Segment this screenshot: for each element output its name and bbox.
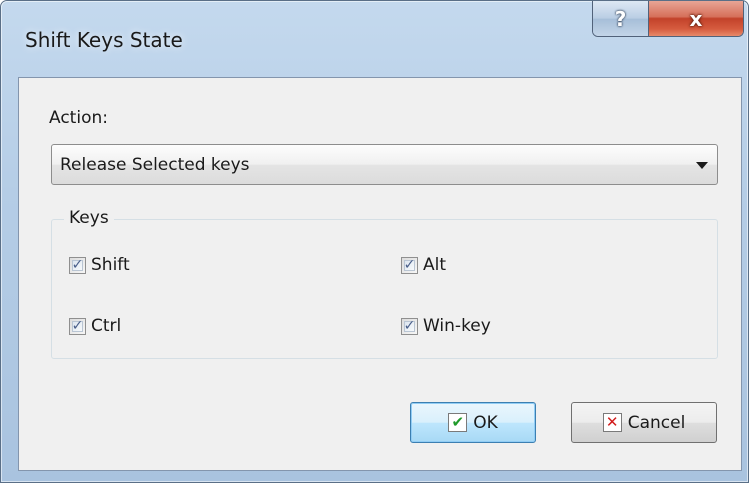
title-bar[interactable]: Shift Keys State ? x xyxy=(1,1,748,77)
checkmark-icon: ✔ xyxy=(448,413,468,432)
shift-checkbox[interactable]: ✓ xyxy=(69,256,86,274)
action-dropdown[interactable]: Release Selected keys xyxy=(51,144,718,185)
cancel-button-label: Cancel xyxy=(627,412,686,433)
x-mark-icon: ✕ xyxy=(602,413,622,432)
check-icon: ✓ xyxy=(71,257,84,273)
window-title: Shift Keys State xyxy=(25,28,183,52)
check-icon: ✓ xyxy=(403,257,416,273)
ctrl-checkbox-label: Ctrl xyxy=(91,316,122,336)
shift-checkbox-item[interactable]: ✓ Shift xyxy=(69,255,130,275)
dropdown-arrow-icon xyxy=(696,162,708,169)
help-icon: ? xyxy=(614,6,627,31)
dialog-content: Action: Release Selected keys Keys ✓ Shi… xyxy=(18,77,742,471)
check-icon: ✓ xyxy=(403,318,416,334)
winkey-checkbox-item[interactable]: ✓ Win-key xyxy=(401,316,491,336)
alt-checkbox-label: Alt xyxy=(423,255,447,275)
ctrl-checkbox[interactable]: ✓ xyxy=(69,317,86,335)
close-button[interactable]: x xyxy=(649,1,743,36)
cancel-button[interactable]: ✕ Cancel xyxy=(571,402,717,443)
caption-buttons: ? x xyxy=(592,1,744,37)
keys-group-legend: Keys xyxy=(64,208,114,228)
action-dropdown-value: Release Selected keys xyxy=(60,155,250,175)
winkey-checkbox[interactable]: ✓ xyxy=(401,317,418,335)
winkey-checkbox-label: Win-key xyxy=(423,316,491,336)
check-icon: ✓ xyxy=(71,318,84,334)
help-button[interactable]: ? xyxy=(593,1,649,36)
shift-checkbox-label: Shift xyxy=(91,255,130,275)
ok-button-label: OK xyxy=(473,412,498,433)
action-label: Action: xyxy=(49,108,108,128)
alt-checkbox-item[interactable]: ✓ Alt xyxy=(401,255,446,275)
ctrl-checkbox-item[interactable]: ✓ Ctrl xyxy=(69,316,121,336)
ok-button[interactable]: ✔ OK xyxy=(410,402,536,443)
close-icon: x xyxy=(689,6,703,31)
alt-checkbox[interactable]: ✓ xyxy=(401,256,418,274)
keys-groupbox: Keys ✓ Shift ✓ Alt ✓ Ctrl ✓ Win-key xyxy=(51,208,718,359)
dialog-window: Shift Keys State ? x Action: Release Sel… xyxy=(0,0,749,483)
